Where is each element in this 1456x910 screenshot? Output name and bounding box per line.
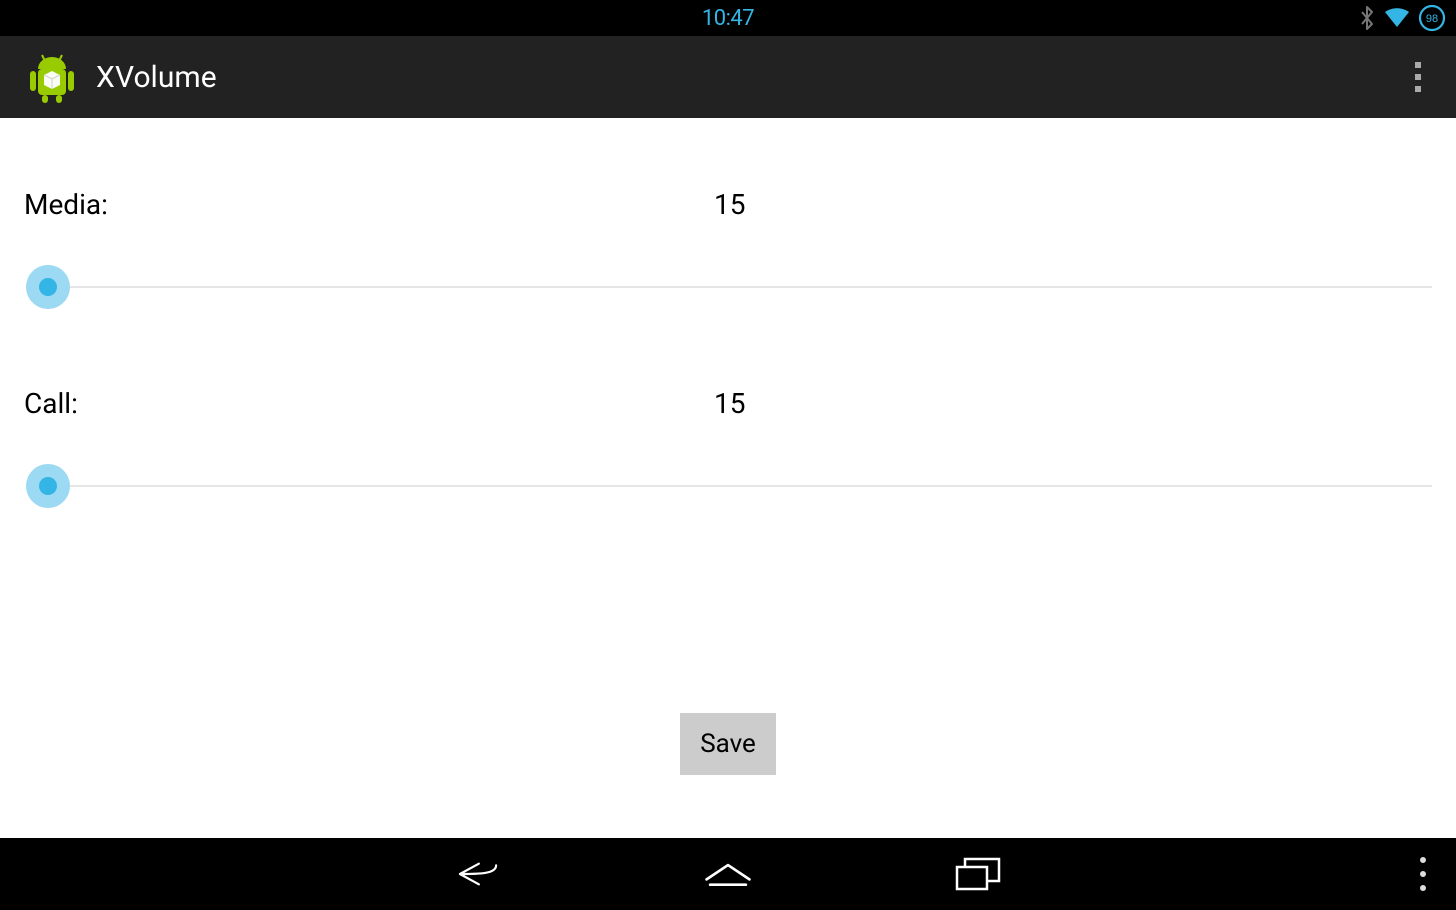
bluetooth-icon	[1358, 5, 1376, 31]
call-value: 15	[714, 387, 1432, 420]
action-bar: XVolume	[0, 36, 1456, 118]
slider-track	[44, 485, 1432, 487]
save-row: Save	[24, 713, 1432, 775]
status-right-cluster: 98	[1358, 4, 1446, 32]
battery-pct: 98	[1426, 13, 1438, 25]
app-icon	[24, 49, 80, 105]
app-title: XVolume	[96, 60, 217, 95]
status-clock: 10:47	[702, 6, 754, 31]
overflow-dot-icon	[1415, 74, 1421, 80]
main-content: Media: 15 Call: 15 Save	[0, 118, 1456, 775]
save-button[interactable]: Save	[680, 713, 776, 775]
wifi-icon	[1384, 8, 1410, 28]
nav-dot-icon	[1420, 857, 1426, 863]
battery-icon: 98	[1418, 4, 1446, 32]
overflow-dot-icon	[1415, 86, 1421, 92]
call-slider[interactable]	[24, 464, 1432, 508]
recent-apps-button[interactable]	[953, 854, 1003, 894]
media-label: Media:	[24, 188, 714, 221]
slider-thumb[interactable]	[26, 464, 70, 508]
nav-dot-icon	[1420, 871, 1426, 877]
overflow-dot-icon	[1415, 62, 1421, 68]
navigation-bar	[0, 838, 1456, 910]
home-button[interactable]	[703, 854, 753, 894]
nav-dot-icon	[1420, 885, 1426, 891]
slider-track	[44, 286, 1432, 288]
status-bar: 10:47 98	[0, 0, 1456, 36]
media-row-labels: Media: 15	[24, 188, 1432, 221]
overflow-menu-button[interactable]	[1398, 52, 1438, 102]
back-button[interactable]	[453, 854, 503, 894]
call-row-labels: Call: 15	[24, 387, 1432, 420]
media-slider[interactable]	[24, 265, 1432, 309]
call-label: Call:	[24, 387, 714, 420]
media-value: 15	[714, 188, 1432, 221]
nav-overflow-button[interactable]	[1420, 857, 1426, 891]
slider-thumb[interactable]	[26, 265, 70, 309]
